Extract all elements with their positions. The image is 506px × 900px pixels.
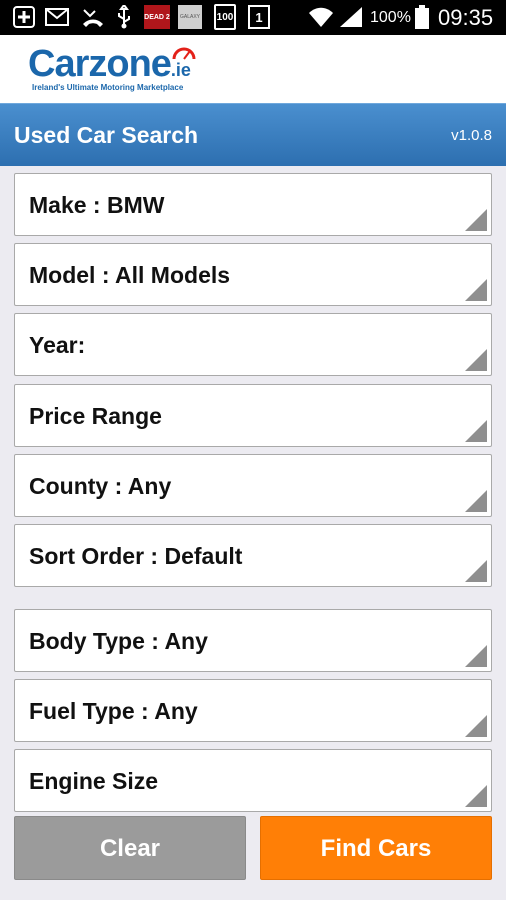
galaxy-app-icon: GALAXY <box>178 5 202 29</box>
dropdown-corner-icon <box>465 420 487 442</box>
storage-icon: 100 <box>214 4 236 30</box>
sort-order-select[interactable]: Sort Order : Default <box>14 524 492 587</box>
battery-percent: 100% <box>370 9 411 26</box>
sim-one-icon: 1 <box>248 5 270 29</box>
fuel-type-select[interactable]: Fuel Type : Any <box>14 679 492 742</box>
engine-size-select-label: Engine Size <box>29 768 159 794</box>
dropdown-corner-icon <box>465 785 487 807</box>
logo-tagline: Ireland's Ultimate Motoring Marketplace <box>32 83 184 92</box>
clock: 09:35 <box>438 5 494 30</box>
dropdown-corner-icon <box>465 560 487 582</box>
body-type-select-label: Body Type : Any <box>29 628 208 654</box>
version-label: v1.0.8 <box>451 127 492 144</box>
title-bar: Used Car Search v1.0.8 <box>0 103 506 166</box>
missed-call-icon <box>80 6 106 28</box>
logo: Carzone.ie <box>28 43 191 86</box>
game-app-icon: DEAD 2 <box>144 5 170 29</box>
make-select-label: Make : BMW <box>29 192 165 218</box>
model-select[interactable]: Model : All Models <box>14 243 492 306</box>
year-select[interactable]: Year: <box>14 313 492 376</box>
county-select[interactable]: County : Any <box>14 454 492 517</box>
sort-order-select-label: Sort Order : Default <box>29 543 243 569</box>
county-select-label: County : Any <box>29 473 172 499</box>
signal-icon <box>338 6 364 28</box>
dropdown-corner-icon <box>465 715 487 737</box>
dropdown-corner-icon <box>465 279 487 301</box>
fuel-type-select-label: Fuel Type : Any <box>29 698 198 724</box>
make-select[interactable]: Make : BMW <box>14 173 492 236</box>
price-range-select-label: Price Range <box>29 403 162 429</box>
dropdown-corner-icon <box>465 209 487 231</box>
price-range-select[interactable]: Price Range <box>14 384 492 447</box>
page-title: Used Car Search <box>14 122 199 148</box>
dropdown-corner-icon <box>465 349 487 371</box>
year-select-label: Year: <box>29 332 86 358</box>
add-icon <box>12 6 36 28</box>
body-type-select[interactable]: Body Type : Any <box>14 609 492 672</box>
dropdown-corner-icon <box>465 490 487 512</box>
logo-bar: Carzone.ie Ireland's Ultimate Motoring M… <box>0 35 506 103</box>
mail-icon <box>44 6 70 28</box>
model-select-label: Model : All Models <box>29 262 231 288</box>
clear-button[interactable]: Clear <box>14 816 246 880</box>
find-cars-button[interactable]: Find Cars <box>260 816 492 880</box>
status-bar: DEAD 2 GALAXY 100 1 100% 09:35 <box>0 0 506 35</box>
battery-icon <box>414 5 430 29</box>
engine-size-select[interactable]: Engine Size <box>14 749 492 812</box>
wifi-icon <box>308 6 334 28</box>
speedometer-icon <box>172 45 196 66</box>
dropdown-corner-icon <box>465 645 487 667</box>
usb-icon <box>114 5 134 29</box>
logo-name: Carzone <box>28 43 172 85</box>
